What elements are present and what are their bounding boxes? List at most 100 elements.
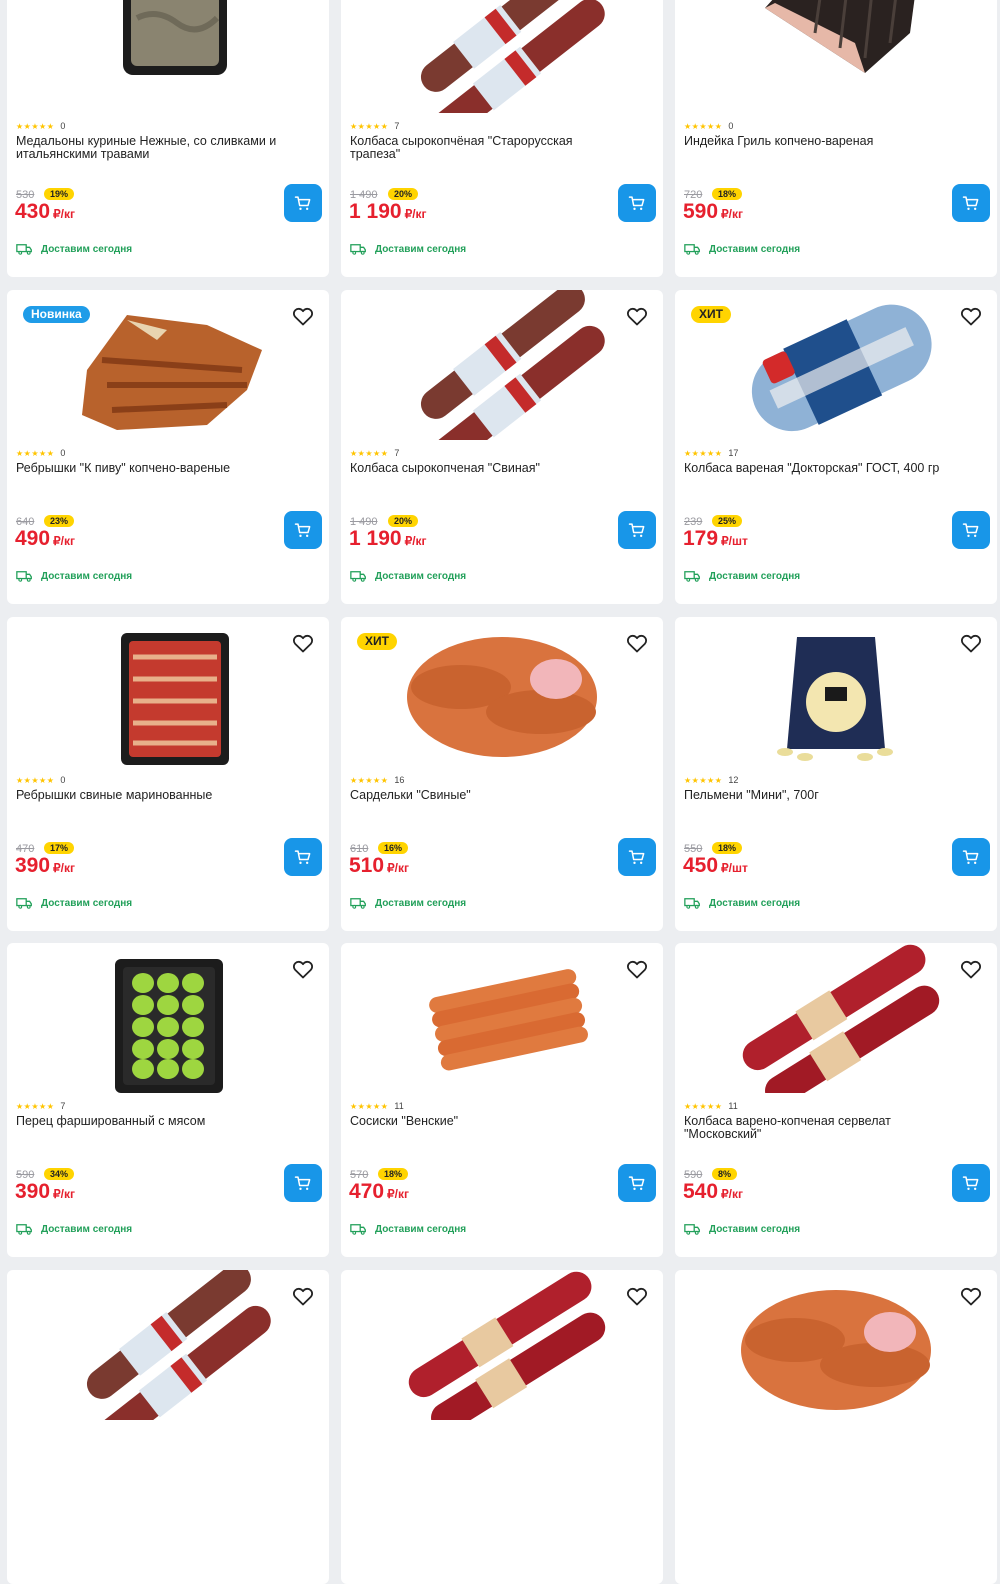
favorite-heart-icon[interactable] <box>291 631 315 655</box>
product-card[interactable]: Новинка ★★★★★ 0 Ребрышки "К пиву" копчено-… <box>7 290 329 604</box>
add-to-cart-button[interactable] <box>284 838 322 876</box>
rating-stars-icon: ★★★★★ <box>16 448 55 458</box>
product-title[interactable]: Пельмени "Мини", 700г <box>684 789 954 802</box>
product-image[interactable] <box>7 943 329 1093</box>
product-title[interactable]: Колбаса сырокопчёная "Старорусская трапе… <box>350 135 620 161</box>
product-card[interactable]: ★★★★★ 0 Ребрышки свиные маринованные 470 … <box>7 617 329 931</box>
product-title[interactable]: Колбаса вареная "Докторская" ГОСТ, 400 г… <box>684 462 954 475</box>
delivery-info: Доставим сегодня <box>16 243 132 255</box>
truck-icon <box>16 1223 41 1235</box>
product-image-area[interactable] <box>341 290 663 440</box>
add-to-cart-button[interactable] <box>618 838 656 876</box>
product-title[interactable]: Ребрышки "К пиву" копчено-вареные <box>16 462 286 475</box>
delivery-text: Доставим сегодня <box>709 243 801 255</box>
product-image-area[interactable] <box>7 943 329 1093</box>
rating-stars-icon: ★★★★★ <box>350 775 389 785</box>
product-image-area[interactable] <box>675 0 997 113</box>
rating-count: 7 <box>394 448 400 458</box>
rating-count: 11 <box>728 1101 738 1111</box>
product-title[interactable]: Сосиски "Венские" <box>350 1115 620 1128</box>
discount-badge: 34% <box>44 1168 75 1180</box>
favorite-heart-icon[interactable] <box>959 1284 983 1308</box>
product-image[interactable] <box>675 617 997 767</box>
product-card[interactable]: ХИТ ★★★★★ 16 Сардельки "Свиные" 610 16% 51… <box>341 617 663 931</box>
add-to-cart-button[interactable] <box>618 511 656 549</box>
discount-badge: 8% <box>712 1168 738 1180</box>
product-image[interactable] <box>341 1270 663 1420</box>
favorite-heart-icon[interactable] <box>625 957 649 981</box>
product-image[interactable] <box>7 1270 329 1420</box>
favorite-heart-icon[interactable] <box>625 1284 649 1308</box>
add-to-cart-button[interactable] <box>952 838 990 876</box>
favorite-heart-icon[interactable] <box>959 957 983 981</box>
discount-badge: 18% <box>378 1168 409 1180</box>
product-image[interactable] <box>675 943 997 1093</box>
cart-icon <box>961 520 981 540</box>
product-image[interactable] <box>7 0 329 113</box>
favorite-heart-icon[interactable] <box>959 631 983 655</box>
favorite-heart-icon[interactable] <box>291 304 315 328</box>
product-image-area[interactable] <box>341 1270 663 1420</box>
product-image-area[interactable] <box>675 617 997 767</box>
product-image-area[interactable] <box>7 617 329 767</box>
delivery-info: Доставим сегодня <box>684 1223 800 1235</box>
product-card[interactable]: ★★★★★ 7 Перец фаршированный с мясом 590 3… <box>7 943 329 1257</box>
product-image-area[interactable] <box>7 1270 329 1420</box>
favorite-heart-icon[interactable] <box>625 631 649 655</box>
product-title[interactable]: Колбаса варено-копченая сервелат "Москов… <box>684 1115 954 1141</box>
add-to-cart-button[interactable] <box>952 511 990 549</box>
delivery-text: Доставим сегодня <box>375 897 467 909</box>
favorite-heart-icon[interactable] <box>625 304 649 328</box>
product-card[interactable] <box>341 1270 663 1584</box>
product-title[interactable]: Колбаса сырокопченая "Свиная" <box>350 462 620 475</box>
rating: ★★★★★ 0 <box>16 774 65 786</box>
product-card[interactable]: ★★★★★ 7 Колбаса сырокопчёная "Старорусска… <box>341 0 663 277</box>
discount-badge: 20% <box>388 188 419 200</box>
product-card[interactable]: ★★★★★ 7 Колбаса сырокопченая "Свиная" 1 4… <box>341 290 663 604</box>
product-title[interactable]: Ребрышки свиные маринованные <box>16 789 286 802</box>
product-image-area[interactable] <box>7 0 329 113</box>
product-card[interactable]: ★★★★★ 11 Сосиски "Венские" 570 18% 470 ₽/к… <box>341 943 663 1257</box>
product-image[interactable] <box>7 617 329 767</box>
cart-icon <box>961 193 981 213</box>
favorite-heart-icon[interactable] <box>959 304 983 328</box>
delivery-info: Доставим сегодня <box>16 1223 132 1235</box>
current-price: 390 ₽/кг <box>15 1180 75 1204</box>
product-image[interactable] <box>341 0 663 113</box>
price-unit: ₽/шт <box>721 534 748 548</box>
product-card[interactable]: ХИТ ★★★★★ 17 Колбаса вареная "Докторская" … <box>675 290 997 604</box>
product-image-area[interactable] <box>341 943 663 1093</box>
product-image[interactable] <box>341 290 663 440</box>
rating-count: 0 <box>60 448 66 458</box>
product-title[interactable]: Медальоны куриные Нежные, со сливками и … <box>16 135 286 161</box>
product-card[interactable] <box>7 1270 329 1584</box>
add-to-cart-button[interactable] <box>284 184 322 222</box>
product-title[interactable]: Сардельки "Свиные" <box>350 789 620 802</box>
rating-stars-icon: ★★★★★ <box>684 1101 723 1111</box>
add-to-cart-button[interactable] <box>952 1164 990 1202</box>
favorite-heart-icon[interactable] <box>291 957 315 981</box>
cart-icon <box>627 520 647 540</box>
add-to-cart-button[interactable] <box>284 511 322 549</box>
product-title[interactable]: Индейка Гриль копчено-вареная <box>684 135 954 148</box>
product-card[interactable]: ★★★★★ 11 Колбаса варено-копченая сервелат… <box>675 943 997 1257</box>
product-card[interactable]: ★★★★★ 12 Пельмени "Мини", 700г 550 18% 45… <box>675 617 997 931</box>
product-image[interactable] <box>675 1270 997 1420</box>
truck-icon <box>16 243 41 255</box>
rating-count: 16 <box>394 775 405 785</box>
rating-count: 0 <box>60 775 66 785</box>
product-image-area[interactable] <box>341 0 663 113</box>
product-card[interactable]: ★★★★★ 0 Индейка Гриль копчено-вареная 720… <box>675 0 997 277</box>
add-to-cart-button[interactable] <box>618 184 656 222</box>
favorite-heart-icon[interactable] <box>291 1284 315 1308</box>
product-card[interactable]: ★★★★★ 0 Медальоны куриные Нежные, со слив… <box>7 0 329 277</box>
product-image-area[interactable] <box>675 1270 997 1420</box>
add-to-cart-button[interactable] <box>284 1164 322 1202</box>
product-card[interactable] <box>675 1270 997 1584</box>
product-image[interactable] <box>675 0 997 113</box>
product-image[interactable] <box>341 943 663 1093</box>
product-image-area[interactable] <box>675 943 997 1093</box>
add-to-cart-button[interactable] <box>618 1164 656 1202</box>
product-title[interactable]: Перец фаршированный с мясом <box>16 1115 286 1128</box>
add-to-cart-button[interactable] <box>952 184 990 222</box>
